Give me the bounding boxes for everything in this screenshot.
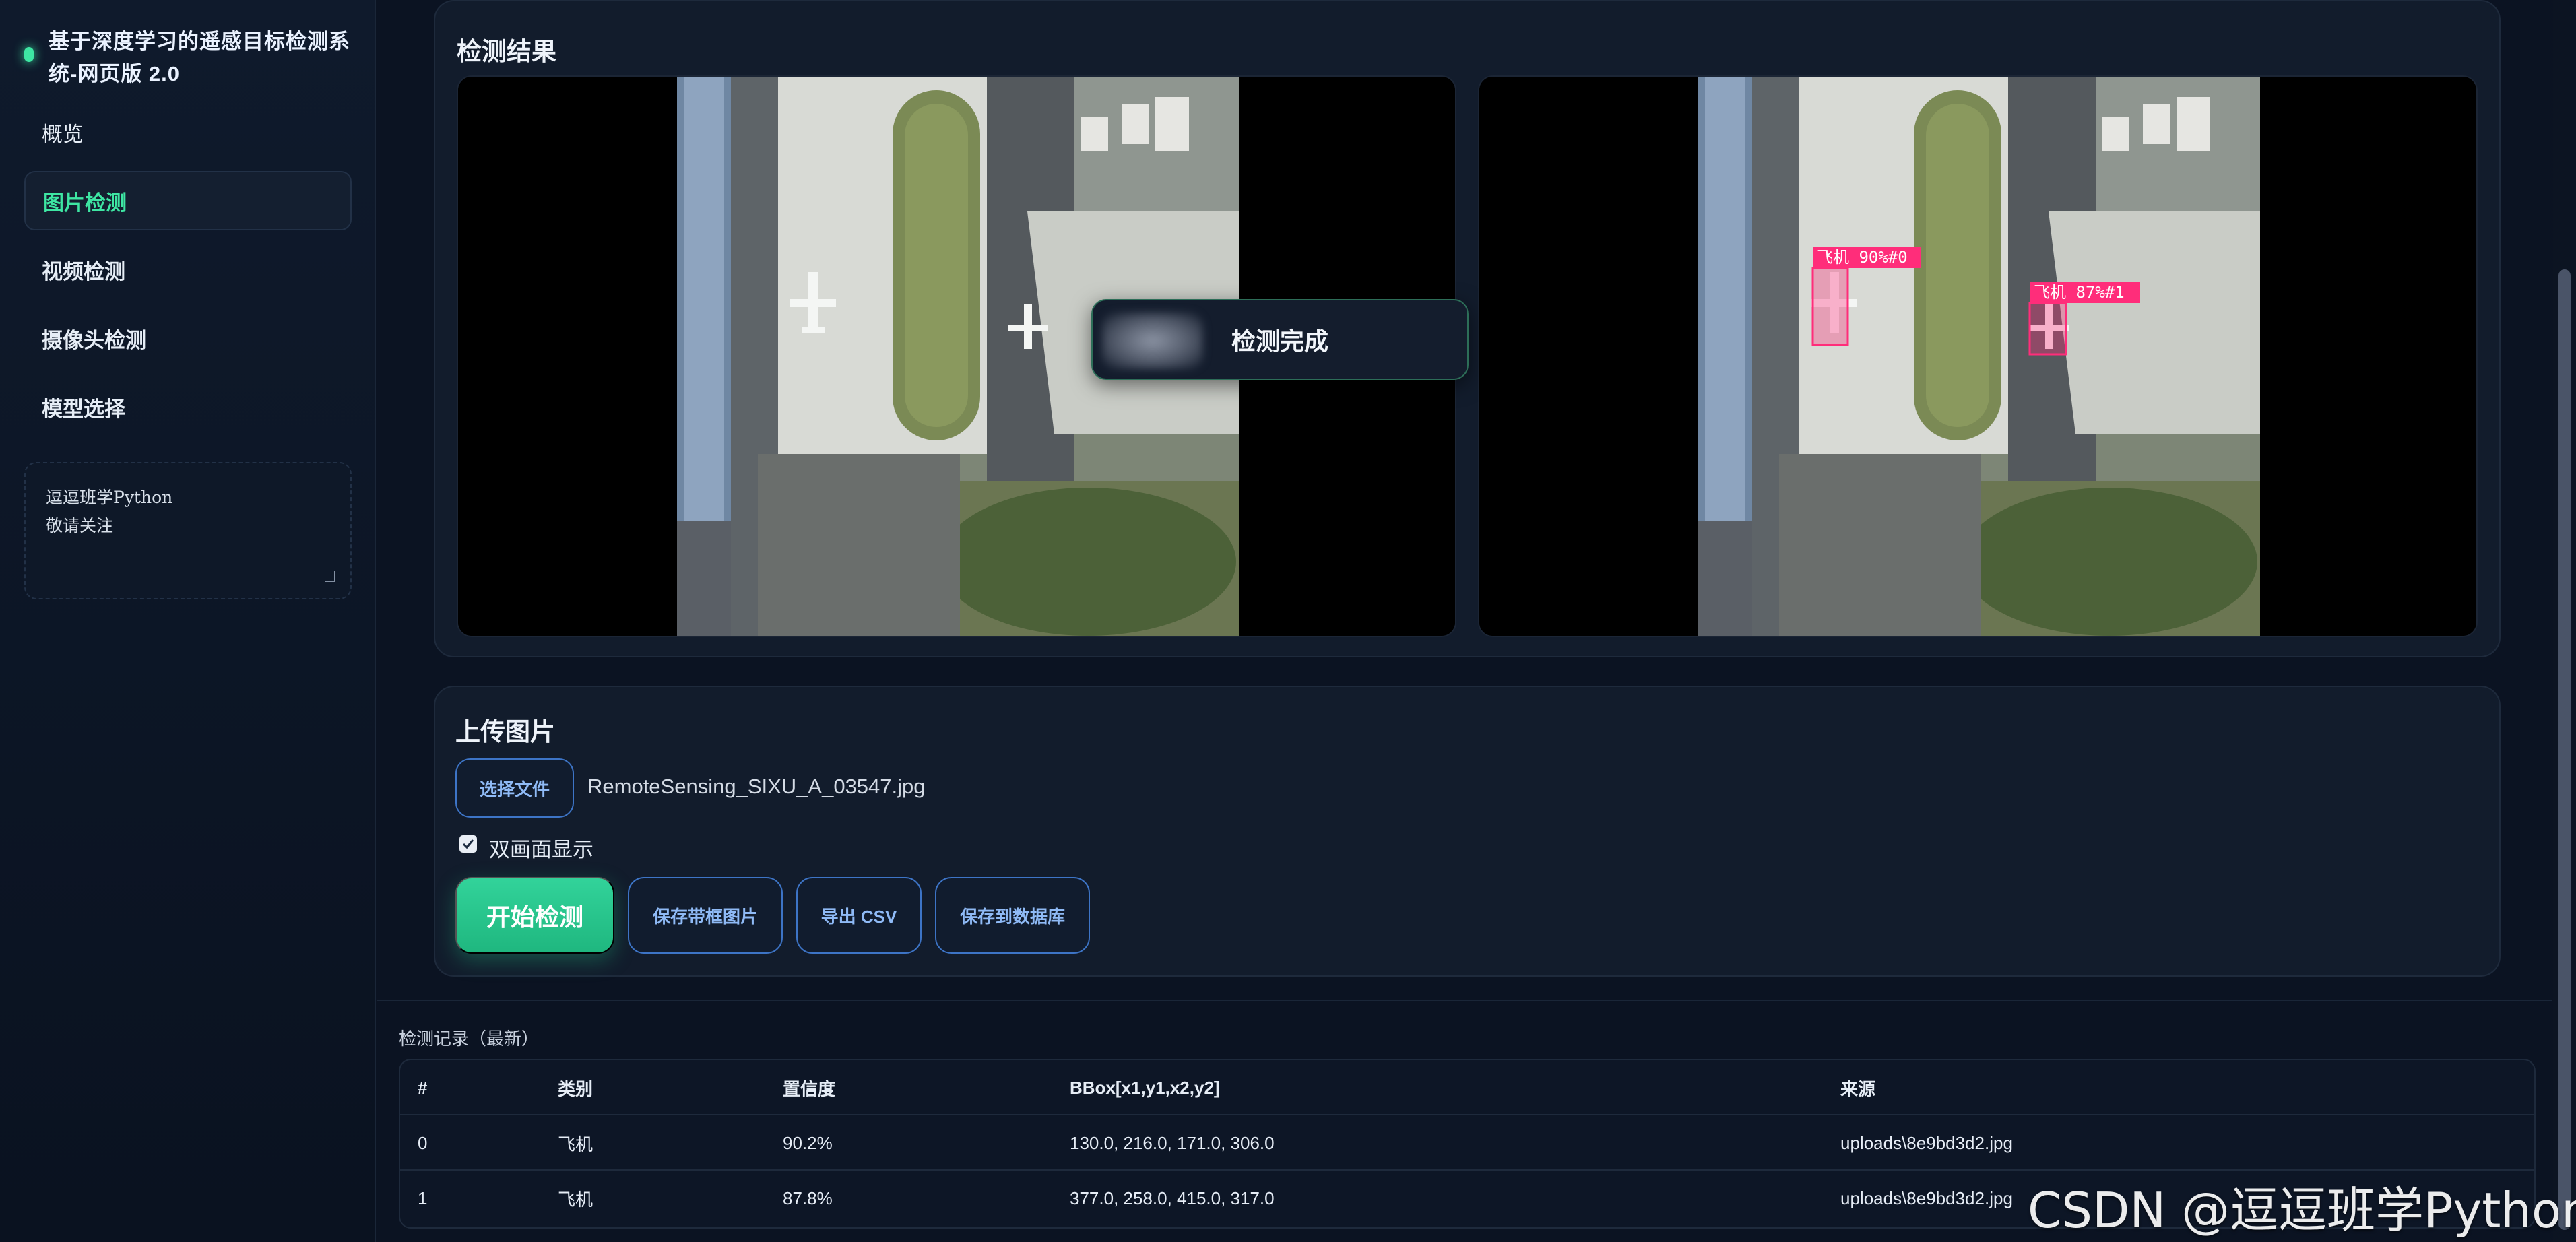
result-image-frame: 飞机 90%#0 飞机 87%#1: [1478, 75, 2478, 637]
detection-box: [2028, 302, 2067, 356]
table-cell: 377.0, 258.0, 415.0, 317.0: [1070, 1187, 1275, 1208]
main-content: 检测结果 飞机 90%#0 飞机 87%#1 检测完成 上传图片 选择文件 Re…: [377, 0, 2552, 1242]
scrollbar-thumb[interactable]: [2558, 269, 2571, 1230]
dual-view-label: 双画面显示: [489, 838, 593, 861]
dual-view-checkbox[interactable]: [459, 835, 477, 853]
records-title: 检测记录（最新）: [399, 1028, 540, 1049]
toast-thumbnail: [1102, 313, 1203, 369]
column-header: #: [418, 1077, 428, 1098]
toast-text: 检测完成: [1231, 327, 1328, 355]
table-cell: 90.2%: [783, 1132, 833, 1153]
export-csv-button[interactable]: 导出 CSV: [796, 877, 922, 954]
note-textarea[interactable]: [46, 484, 330, 578]
sidebar-item-overview[interactable]: 概览: [24, 102, 352, 162]
table-cell: 1: [418, 1187, 428, 1208]
note-box: [24, 462, 352, 599]
divider: [377, 1000, 2552, 1001]
start-detection-button[interactable]: 开始检测: [455, 877, 614, 954]
result-panel: 检测结果 飞机 90%#0 飞机 87%#1 检测完成: [434, 0, 2501, 657]
table-cell: uploads\8e9bd3d2.jpg: [1840, 1187, 2013, 1208]
app-title: 基于深度学习的遥感目标检测系统-网页版 2.0: [49, 30, 350, 86]
table-cell: 0: [418, 1132, 428, 1153]
selected-file-name: RemoteSensing_SIXU_A_03547.jpg: [587, 775, 926, 798]
choose-file-button[interactable]: 选择文件: [455, 758, 574, 818]
status-dot-icon: [24, 47, 34, 62]
table-cell: 87.8%: [783, 1187, 833, 1208]
table-cell: 130.0, 216.0, 171.0, 306.0: [1070, 1132, 1275, 1153]
sidebar-item-label: 图片检测: [43, 191, 127, 215]
sidebar-item-image-detection[interactable]: 图片检测: [24, 171, 352, 230]
column-header: BBox[x1,y1,x2,y2]: [1070, 1077, 1220, 1098]
watermark: CSDN @逗逗班学Python: [2028, 1182, 2576, 1239]
sidebar-item-label: 视频检测: [42, 259, 125, 284]
table-row[interactable]: 0 飞机 90.2% 130.0, 216.0, 171.0, 306.0 up…: [400, 1115, 2534, 1171]
upload-panel-title: 上传图片: [455, 718, 555, 746]
column-header: 来源: [1840, 1078, 1876, 1099]
result-image: 飞机 90%#0 飞机 87%#1: [1479, 77, 2476, 636]
brand: 基于深度学习的遥感目标检测系统-网页版 2.0: [24, 26, 354, 90]
table-cell: 飞机: [558, 1189, 593, 1210]
column-header: 类别: [558, 1078, 593, 1099]
result-panel-title: 检测结果: [457, 38, 556, 65]
sidebar-item-camera-detection[interactable]: 摄像头检测: [24, 308, 352, 368]
table-cell: uploads\8e9bd3d2.jpg: [1840, 1132, 2013, 1153]
sidebar: 基于深度学习的遥感目标检测系统-网页版 2.0 概览 图片检测 视频检测 摄像头…: [0, 0, 376, 1242]
toast-notification: 检测完成: [1091, 299, 1469, 380]
save-to-database-button[interactable]: 保存到数据库: [935, 877, 1090, 954]
checkmark-icon: [462, 839, 474, 849]
table-header: # 类别 置信度 BBox[x1,y1,x2,y2] 来源: [400, 1060, 2534, 1115]
sidebar-item-video-detection[interactable]: 视频检测: [24, 240, 352, 299]
detection-label: 飞机 90%#0: [1817, 248, 1908, 267]
save-boxed-image-button[interactable]: 保存带框图片: [628, 877, 783, 954]
table-cell: 飞机: [558, 1134, 593, 1154]
sidebar-nav: 概览 图片检测 视频检测 摄像头检测 模型选择: [24, 102, 352, 446]
detection-box: [1811, 267, 1849, 346]
page-scrollbar[interactable]: [2553, 0, 2576, 1242]
sidebar-item-label: 概览: [42, 122, 84, 146]
sidebar-item-label: 摄像头检测: [42, 328, 146, 352]
resize-grip-icon[interactable]: [325, 571, 335, 582]
detection-label: 飞机 87%#1: [2034, 283, 2125, 302]
sidebar-item-model-selection[interactable]: 模型选择: [24, 377, 352, 436]
column-header: 置信度: [783, 1078, 836, 1099]
sidebar-item-label: 模型选择: [42, 397, 125, 421]
